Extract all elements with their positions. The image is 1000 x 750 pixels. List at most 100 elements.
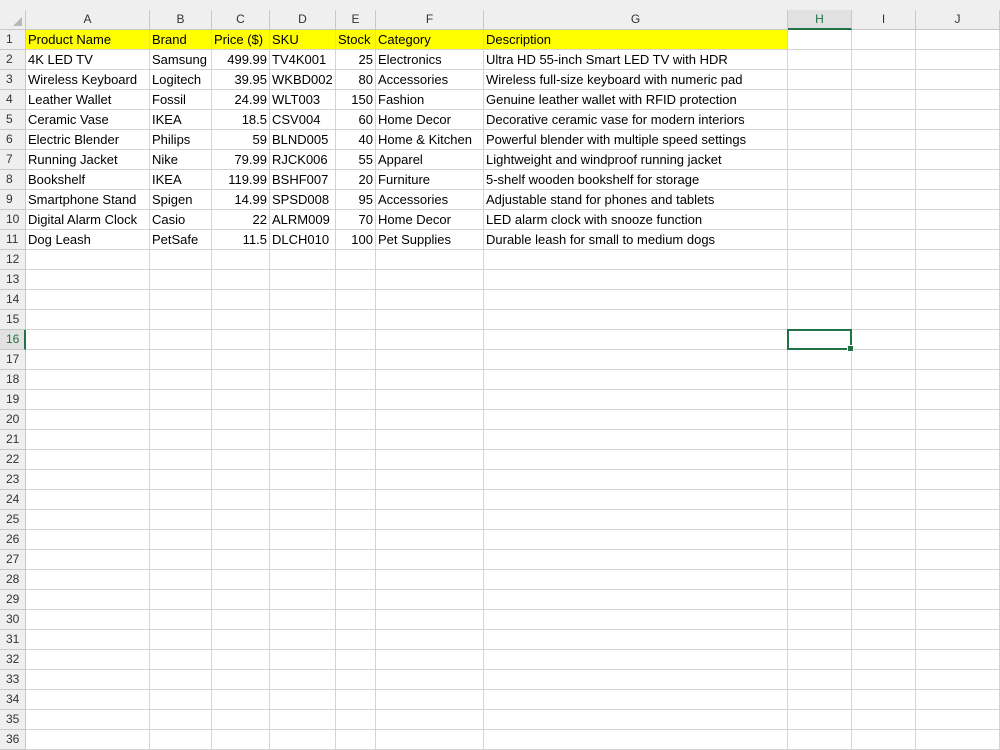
table-cell[interactable]: Apparel [376,150,484,170]
empty-cell[interactable] [916,310,1000,330]
empty-cell[interactable] [376,290,484,310]
empty-cell[interactable] [376,250,484,270]
empty-cell[interactable] [916,410,1000,430]
empty-cell[interactable] [852,70,916,90]
empty-cell[interactable] [788,350,852,370]
row-header-29[interactable]: 29 [0,590,26,610]
empty-cell[interactable] [916,490,1000,510]
row-header-3[interactable]: 3 [0,70,26,90]
empty-cell[interactable] [484,590,788,610]
empty-cell[interactable] [270,390,336,410]
table-cell[interactable]: Pet Supplies [376,230,484,250]
empty-cell[interactable] [376,670,484,690]
empty-cell[interactable] [336,390,376,410]
table-cell[interactable]: PetSafe [150,230,212,250]
empty-cell[interactable] [788,430,852,450]
empty-cell[interactable] [26,350,150,370]
table-cell[interactable]: 79.99 [212,150,270,170]
empty-cell[interactable] [852,590,916,610]
table-cell[interactable]: IKEA [150,170,212,190]
empty-cell[interactable] [212,290,270,310]
empty-cell[interactable] [852,490,916,510]
table-cell[interactable]: 25 [336,50,376,70]
empty-cell[interactable] [212,550,270,570]
header-cell[interactable]: SKU [270,30,336,50]
empty-cell[interactable] [336,610,376,630]
row-header-22[interactable]: 22 [0,450,26,470]
header-cell[interactable]: Price ($) [212,30,270,50]
empty-cell[interactable] [336,290,376,310]
empty-cell[interactable] [150,510,212,530]
empty-cell[interactable] [376,470,484,490]
empty-cell[interactable] [916,170,1000,190]
empty-cell[interactable] [150,710,212,730]
empty-cell[interactable] [150,590,212,610]
row-header-24[interactable]: 24 [0,490,26,510]
empty-cell[interactable] [852,650,916,670]
empty-cell[interactable] [212,530,270,550]
empty-cell[interactable] [26,590,150,610]
empty-cell[interactable] [852,190,916,210]
empty-cell[interactable] [484,410,788,430]
empty-cell[interactable] [336,590,376,610]
empty-cell[interactable] [916,710,1000,730]
empty-cell[interactable] [270,570,336,590]
row-header-28[interactable]: 28 [0,570,26,590]
empty-cell[interactable] [336,490,376,510]
empty-cell[interactable] [484,710,788,730]
empty-cell[interactable] [212,310,270,330]
empty-cell[interactable] [270,690,336,710]
empty-cell[interactable] [916,190,1000,210]
empty-cell[interactable] [26,570,150,590]
empty-cell[interactable] [376,370,484,390]
empty-cell[interactable] [150,670,212,690]
empty-cell[interactable] [788,470,852,490]
column-header-g[interactable]: G [484,10,788,30]
empty-cell[interactable] [916,630,1000,650]
table-cell[interactable]: DLCH010 [270,230,336,250]
empty-cell[interactable] [916,90,1000,110]
empty-cell[interactable] [270,670,336,690]
empty-cell[interactable] [270,410,336,430]
empty-cell[interactable] [26,630,150,650]
empty-cell[interactable] [852,30,916,50]
empty-cell[interactable] [336,370,376,390]
table-cell[interactable]: 4K LED TV [26,50,150,70]
empty-cell[interactable] [484,250,788,270]
table-cell[interactable]: 150 [336,90,376,110]
empty-cell[interactable] [26,290,150,310]
empty-cell[interactable] [788,370,852,390]
empty-cell[interactable] [484,670,788,690]
table-cell[interactable]: 24.99 [212,90,270,110]
empty-cell[interactable] [270,270,336,290]
empty-cell[interactable] [336,470,376,490]
empty-cell[interactable] [852,150,916,170]
empty-cell[interactable] [916,370,1000,390]
empty-cell[interactable] [376,430,484,450]
empty-cell[interactable] [484,690,788,710]
empty-cell[interactable] [376,390,484,410]
table-cell[interactable]: Powerful blender with multiple speed set… [484,130,788,150]
empty-cell[interactable] [150,650,212,670]
empty-cell[interactable] [376,490,484,510]
empty-cell[interactable] [484,610,788,630]
empty-cell[interactable] [916,50,1000,70]
table-cell[interactable]: Ultra HD 55-inch Smart LED TV with HDR [484,50,788,70]
empty-cell[interactable] [376,270,484,290]
empty-cell[interactable] [376,310,484,330]
row-header-23[interactable]: 23 [0,470,26,490]
header-cell[interactable]: Category [376,30,484,50]
table-cell[interactable]: 59 [212,130,270,150]
spreadsheet-grid[interactable]: ABCDEFGHIJ 1 2 3 4 5 6 7 8 9 10 11 12 13 14 15 16 17 18 19… [0,0,1000,750]
empty-cell[interactable] [336,310,376,330]
empty-cell[interactable] [26,490,150,510]
empty-cell[interactable] [484,430,788,450]
empty-cell[interactable] [852,610,916,630]
empty-cell[interactable] [26,430,150,450]
column-header-i[interactable]: I [852,10,916,30]
empty-cell[interactable] [270,590,336,610]
table-cell[interactable]: Home Decor [376,210,484,230]
empty-cell[interactable] [26,670,150,690]
empty-cell[interactable] [212,350,270,370]
empty-cell[interactable] [852,50,916,70]
